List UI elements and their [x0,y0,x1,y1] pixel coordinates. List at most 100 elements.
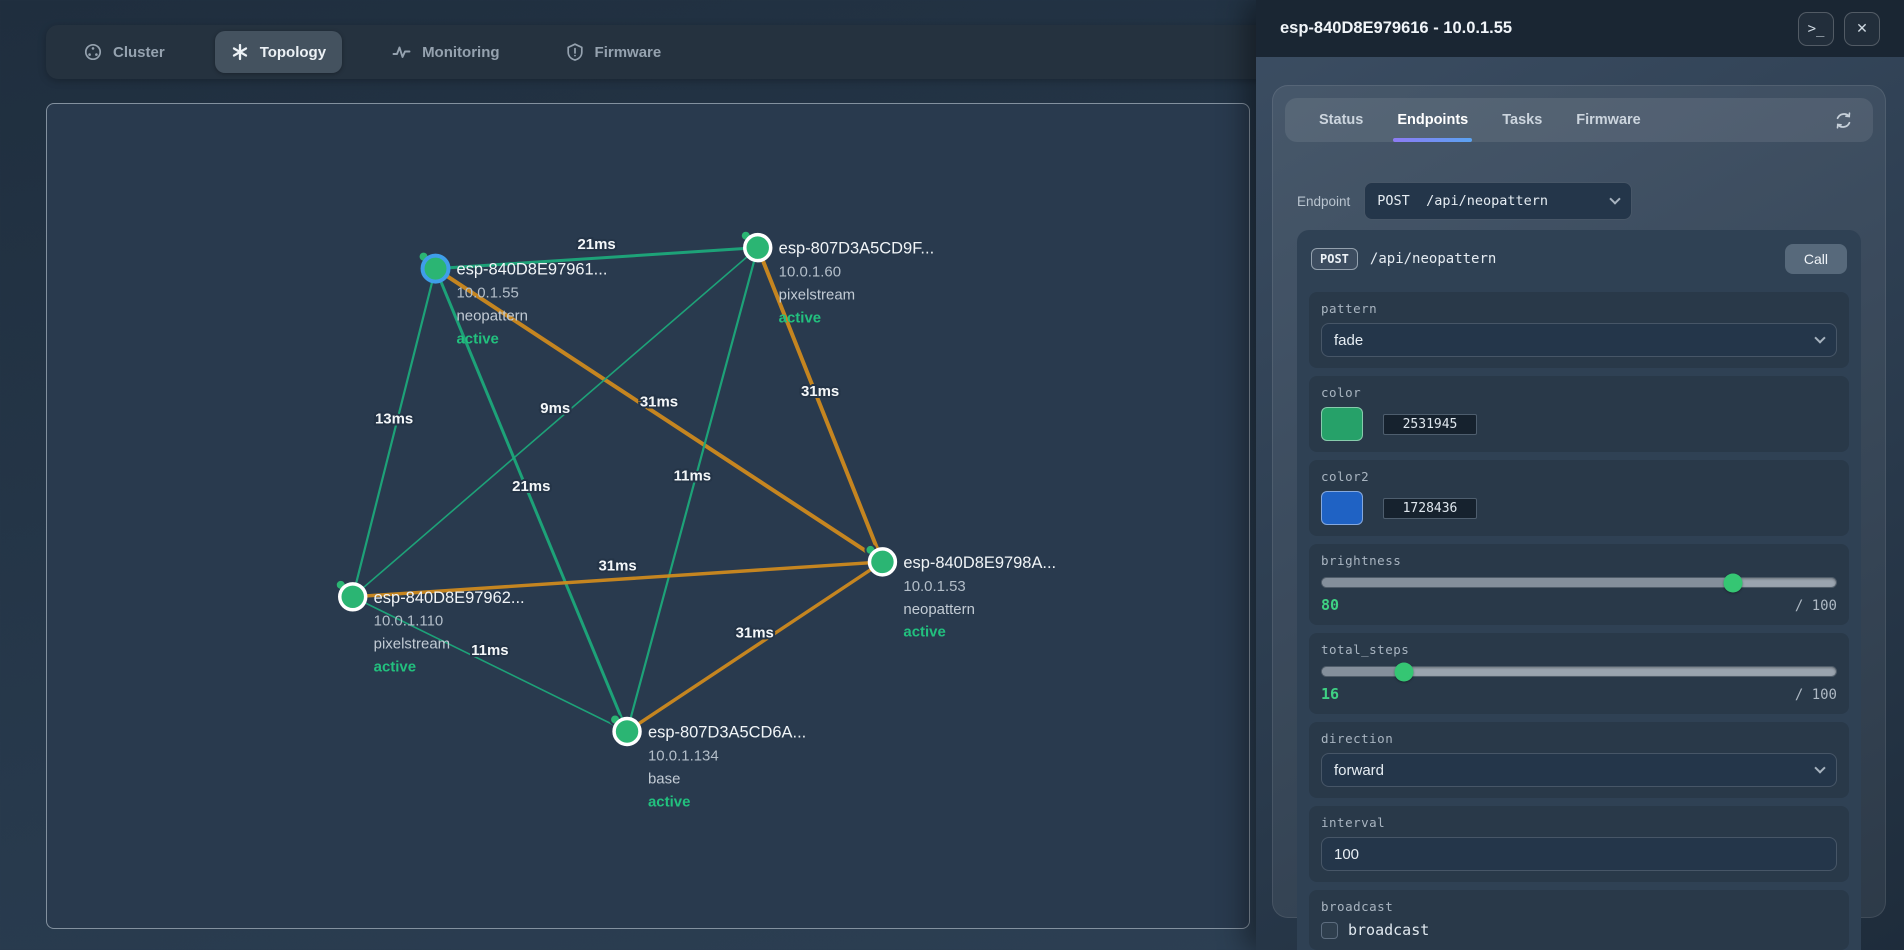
field-row-direction: direction forward [1309,722,1849,798]
endpoints-content: Endpoint POST /api/neopattern POST /api/… [1285,142,1873,950]
field-label: direction [1321,731,1837,746]
field-row-color2: color2 1728436 [1309,460,1849,536]
chevron-down-icon [1610,193,1621,204]
tab-firmware[interactable]: Firmware [1562,98,1654,142]
nav-item-cluster[interactable]: Cluster [68,25,181,79]
endpoint-select[interactable]: POST /api/neopattern [1364,182,1632,220]
slider-values: 80 / 100 [1321,596,1837,614]
nav-item-label: Topology [260,44,326,61]
color-swatch[interactable] [1321,407,1363,441]
node-circle [340,584,366,610]
node-circle-selected [423,256,449,282]
node-name-label: esp-807D3A5CD9F... [779,240,934,258]
tab-endpoints[interactable]: Endpoints [1383,98,1482,142]
device-panel-header: esp-840D8E979616 - 10.0.1.55 >_ ✕ [1256,0,1904,57]
topology-node[interactable]: esp-840D8E9798A...10.0.1.53neopatternact… [865,545,1056,641]
method-badge: POST [1311,248,1358,270]
node-ip-label: 10.0.1.60 [779,264,841,281]
broadcast-checkbox-label: broadcast [1348,921,1429,939]
tab-status[interactable]: Status [1305,98,1377,142]
request-card-header: POST /api/neopattern Call [1309,242,1849,284]
cluster-icon [84,43,102,61]
color2-control: 1728436 [1321,491,1837,525]
chevron-down-icon [1814,332,1825,343]
color2-value-input[interactable]: 1728436 [1383,498,1477,519]
node-circle [614,719,640,745]
edge-latency-label: 13ms [375,411,413,428]
node-status-label: active [648,793,690,810]
tab-tasks[interactable]: Tasks [1488,98,1556,142]
total_steps-slider-thumb[interactable] [1395,662,1414,681]
field-label: brightness [1321,553,1837,568]
call-button[interactable]: Call [1785,244,1847,274]
pattern-select[interactable]: fade [1321,323,1837,357]
total_steps-max-value: / 100 [1795,687,1837,703]
edge-latency-label: 11ms [674,468,711,485]
node-ip-label: 10.0.1.110 [374,613,444,630]
node-role-label: neopattern [903,601,975,618]
monitoring-icon [392,43,411,61]
nav-item-label: Cluster [113,44,165,61]
total_steps-slider[interactable] [1322,667,1836,676]
topology-node[interactable]: esp-807D3A5CD6A...10.0.1.134baseactive [610,715,806,811]
color-control: 2531945 [1321,407,1837,441]
color-value-input[interactable]: 2531945 [1383,414,1477,435]
color2-swatch[interactable] [1321,491,1363,525]
interval-input[interactable]: 100 [1321,837,1837,871]
field-row-interval: interval100 [1309,806,1849,882]
field-row-color: color2531945 [1309,376,1849,452]
node-status-label: active [903,624,945,641]
nav-item-topology[interactable]: Topology [215,31,342,73]
node-name-label: esp-840D8E97962... [374,589,525,607]
edge-latency-label: 21ms [577,236,615,253]
edge-latency-label: 31ms [801,383,839,400]
edge-latency-label: 11ms [471,642,508,659]
nav-item-label: Firmware [595,44,662,61]
brightness-current-value: 80 [1321,596,1339,614]
field-row-pattern: pattern fade [1309,292,1849,368]
edge-latency-label: 9ms [540,400,570,417]
select-value: forward [1334,762,1384,779]
request-card: POST /api/neopattern Call pattern fade col… [1297,230,1861,950]
refresh-icon [1834,111,1853,130]
field-label: pattern [1321,301,1837,316]
topology-edge [353,248,758,597]
node-ip-label: 10.0.1.53 [903,578,965,595]
close-icon: ✕ [1856,20,1868,37]
topology-node[interactable]: esp-840D8E97962... 10.0.1.110 pixelstream a… [336,580,525,676]
node-role-label: neopattern [456,307,528,324]
brightness-slider-thumb[interactable] [1724,573,1743,592]
node-circle [745,235,771,261]
slider-values: 16 / 100 [1321,685,1837,703]
total_steps-current-value: 16 [1321,685,1339,703]
request-path: /api/neopattern [1370,251,1773,267]
field-label: total_steps [1321,642,1837,657]
chevron-down-icon [1814,762,1825,773]
select-value: fade [1334,332,1363,349]
direction-select[interactable]: forward [1321,753,1837,787]
topology-icon [231,43,249,61]
field-row-brightness: brightness 80 / 100 [1309,544,1849,625]
slider-fill [1322,578,1733,587]
broadcast-checkbox[interactable] [1321,922,1338,939]
brightness-max-value: / 100 [1795,598,1837,614]
endpoint-selector-label: Endpoint [1297,194,1350,209]
broadcast-checkbox-row: broadcast [1321,921,1837,939]
nav-item-monitoring[interactable]: Monitoring [376,25,515,79]
endpoints-pane: StatusEndpointsTasksFirmware Endpoint PO… [1272,85,1886,918]
edge-latency-label: 31ms [598,557,636,574]
topology-canvas[interactable]: 21ms13ms31ms21ms9ms31ms11ms31ms11ms31mse… [46,103,1250,929]
node-ip-label: 10.0.1.134 [648,747,719,764]
node-circle [869,549,895,575]
node-role-label: pixelstream [374,636,450,653]
node-status-label: active [374,659,416,676]
brightness-slider[interactable] [1322,578,1836,587]
terminal-button[interactable]: >_ [1798,12,1834,46]
field-label: color2 [1321,469,1837,484]
refresh-button[interactable] [1834,111,1853,130]
topology-graph: 21ms13ms31ms21ms9ms31ms11ms31ms11ms31mse… [47,104,1249,928]
node-name-label: esp-840D8E97961... [456,261,607,279]
nav-item-firmware[interactable]: Firmware [550,25,678,79]
edge-latency-label: 21ms [512,478,550,495]
close-button[interactable]: ✕ [1844,12,1880,46]
